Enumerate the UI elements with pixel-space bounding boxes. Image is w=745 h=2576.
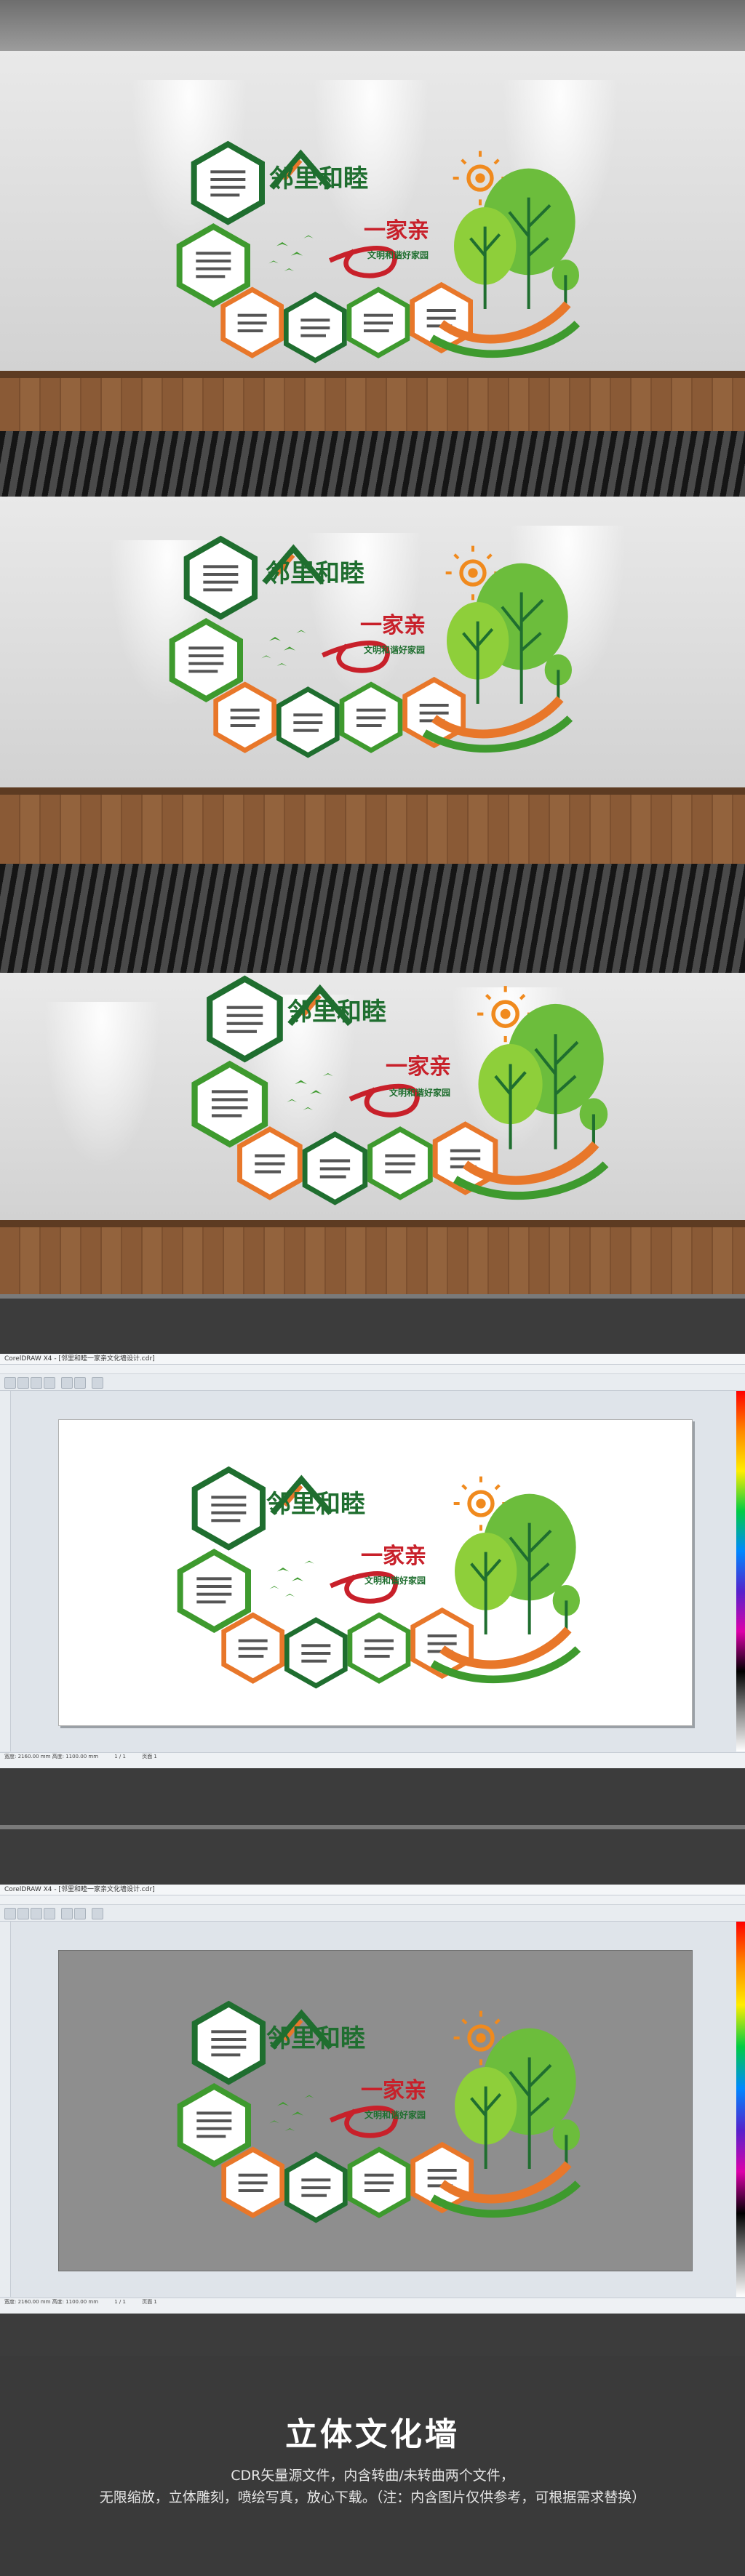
window-title: CorelDRAW X4 - [邻里和睦一家亲文化墙设计.cdr]	[0, 1885, 745, 1895]
page-indicator[interactable]: 1 / 1	[114, 1754, 126, 1760]
canvas-subtitle: 文明和谐好家园	[364, 1576, 426, 1586]
separator	[0, 1825, 745, 1829]
color-palette[interactable]	[736, 1922, 745, 2297]
page-tab[interactable]: 页面 1	[142, 1754, 157, 1760]
ceiling	[0, 0, 745, 51]
wall-headline: 邻里和睦	[269, 159, 368, 194]
footer-title: 立体文化墙	[285, 2416, 460, 2453]
canvas-subtitle: 文明和谐好家园	[364, 2110, 426, 2120]
status-bar: 宽度: 2160.00 mm 高度: 1100.00 mm 1 / 1 页面 1	[0, 1752, 745, 1768]
footer: 立体文化墙 CDR矢量源文件，内含转曲/未转曲两个文件， 无限缩放，立体雕刻，喷…	[0, 2356, 745, 2576]
open-file-icon[interactable]	[17, 1377, 29, 1389]
spotlight	[44, 1002, 160, 1169]
status-bar: 宽度: 2160.00 mm 高度: 1100.00 mm 1 / 1 页面 1	[0, 2298, 745, 2314]
wall-headline-2: 一家亲	[386, 1054, 451, 1080]
drawing-canvas[interactable]: 邻里和睦 一家亲 文明和谐好家园	[58, 1419, 693, 1726]
canvas-headline: 邻里和睦	[266, 2024, 365, 2053]
wall-subtitle: 文明和谐好家园	[367, 250, 429, 260]
separator	[0, 1294, 745, 1299]
save-icon[interactable]	[31, 1908, 42, 1919]
zoom-icon[interactable]	[92, 1377, 103, 1389]
software-window-1: CorelDRAW X4 - [邻里和睦一家亲文化墙设计.cdr] 邻里和睦 一…	[0, 1354, 745, 1768]
mockup-panel-3: 邻里和睦 一家亲 文明和谐好家园	[0, 864, 745, 1294]
window-title: CorelDRAW X4 - [邻里和睦一家亲文化墙设计.cdr]	[0, 1354, 745, 1365]
footer-description-line1: CDR矢量源文件，内含转曲/未转曲两个文件，	[231, 2468, 514, 2484]
wall-subtitle: 文明和谐好家园	[364, 645, 426, 655]
canvas-headline-2: 一家亲	[361, 2078, 426, 2103]
ceiling-slats	[0, 864, 745, 973]
menu-bar[interactable]	[0, 1365, 745, 1374]
page-tab[interactable]: 页面 1	[142, 2299, 157, 2305]
wood-floor	[0, 795, 745, 864]
wall-headline-2: 一家亲	[360, 613, 426, 638]
status-text: 宽度: 2160.00 mm 高度: 1100.00 mm	[4, 2299, 99, 2305]
headline-part1: 邻里和睦	[269, 164, 368, 193]
baseboard	[0, 1220, 745, 1227]
wall-headline-2: 一家亲	[364, 212, 429, 244]
redo-icon[interactable]	[74, 1377, 86, 1389]
ceiling-slats	[0, 431, 745, 497]
redo-icon[interactable]	[74, 1908, 86, 1919]
canvas-headline: 邻里和睦	[266, 1490, 365, 1519]
undo-icon[interactable]	[61, 1377, 73, 1389]
color-palette[interactable]	[736, 1391, 745, 1752]
mockup-panel-2: 邻里和睦 一家亲 文明和谐好家园	[0, 431, 745, 864]
toolbox[interactable]	[0, 1922, 11, 2297]
menu-bar[interactable]	[0, 1895, 745, 1905]
baseboard	[0, 787, 745, 795]
page-indicator[interactable]: 1 / 1	[114, 2299, 126, 2305]
toolbar	[0, 1374, 745, 1391]
footer-description-line2: 无限缩放，立体雕刻，喷绘写真，放心下载。（注：内含图片仅供参考，可根据需求替换）	[99, 2489, 646, 2505]
toolbox[interactable]	[0, 1391, 11, 1752]
wall-headline: 邻里和睦	[287, 998, 386, 1027]
wall-headline: 邻里和睦	[266, 559, 364, 588]
drawing-canvas[interactable]: 邻里和睦 一家亲 文明和谐好家园	[58, 1950, 693, 2271]
status-text: 宽度: 2160.00 mm 高度: 1100.00 mm	[4, 1754, 99, 1760]
print-icon[interactable]	[44, 1908, 55, 1919]
undo-icon[interactable]	[61, 1908, 73, 1919]
wood-floor	[0, 378, 745, 431]
save-icon[interactable]	[31, 1377, 42, 1389]
print-icon[interactable]	[44, 1377, 55, 1389]
headline-part2: 一家亲	[364, 218, 429, 244]
canvas-headline-2: 一家亲	[361, 1544, 426, 1569]
wall-subtitle: 文明和谐好家园	[389, 1088, 451, 1098]
new-file-icon[interactable]	[4, 1908, 16, 1919]
open-file-icon[interactable]	[17, 1908, 29, 1919]
mockup-panel-1: 邻里和睦 一家亲 文明和谐好家园	[0, 0, 745, 431]
toolbar	[0, 1905, 745, 1922]
software-window-2: CorelDRAW X4 - [邻里和睦一家亲文化墙设计.cdr] 邻里和睦 一…	[0, 1885, 745, 2314]
wood-floor	[0, 1227, 745, 1294]
zoom-icon[interactable]	[92, 1908, 103, 1919]
new-file-icon[interactable]	[4, 1377, 16, 1389]
